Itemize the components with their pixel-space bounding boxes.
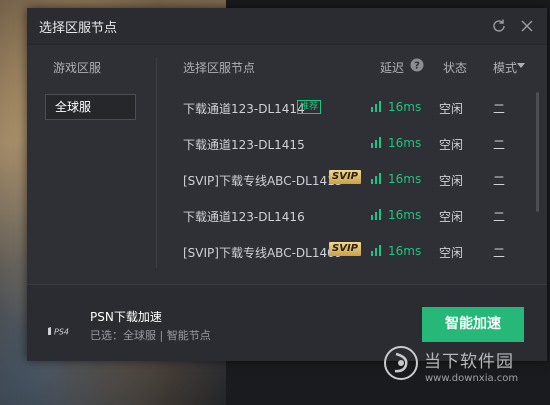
- close-icon[interactable]: [517, 16, 537, 36]
- node-mode: 二: [493, 246, 506, 260]
- node-select-dialog: 选择区服节点 游戏区服 全球服 选择区服节点 延迟 ? 状态 模式 下载通道12…: [27, 8, 547, 361]
- node-row[interactable]: [SVIP]下载专线ABC-DL1413 SVIP 16ms 空闲 二: [167, 162, 537, 198]
- game-region-label: 游戏区服: [53, 61, 102, 75]
- node-mode: 二: [493, 138, 506, 152]
- node-name: 下载通道123-DL1416: [183, 210, 305, 224]
- svg-text:?: ?: [414, 61, 420, 72]
- watermark-logo-icon: [384, 346, 418, 380]
- svg-text:PS4: PS4: [54, 328, 69, 337]
- watermark-text: 当下软件园: [424, 352, 514, 372]
- node-mode: 二: [493, 210, 506, 224]
- watermark-url: www.downxia.com: [425, 373, 519, 384]
- status-column-header: 状态: [443, 61, 468, 75]
- node-latency: 16ms: [388, 172, 422, 186]
- node-latency: 16ms: [388, 208, 422, 222]
- signal-bars-icon: [371, 245, 381, 256]
- panel-divider: [156, 58, 157, 268]
- refresh-icon[interactable]: [489, 16, 509, 36]
- node-latency: 16ms: [388, 136, 422, 150]
- node-row[interactable]: 下载通道123-DL1415 16ms 空闲 二: [167, 126, 537, 162]
- latency-column-header: 延迟: [380, 61, 405, 75]
- title-bar: 选择区服节点: [27, 8, 547, 45]
- signal-bars-icon: [371, 101, 381, 112]
- dialog-title: 选择区服节点: [39, 21, 118, 36]
- selection-summary: 已选：全球服 | 智能节点: [90, 329, 211, 342]
- node-name: [SVIP]下载专线ABC-DL1409: [183, 246, 343, 260]
- node-latency: 16ms: [388, 244, 422, 258]
- node-row[interactable]: [SVIP]下载专线ABC-DL1409 SVIP 16ms 空闲 二: [167, 234, 537, 270]
- node-name: 下载通道123-DL1414: [183, 102, 305, 116]
- smart-accelerate-button[interactable]: 智能加速: [422, 307, 524, 342]
- node-column-header: 选择区服节点: [183, 61, 256, 75]
- node-status: 空闲: [439, 138, 464, 152]
- svip-badge: SVIP: [329, 242, 361, 256]
- node-status: 空闲: [439, 210, 464, 224]
- caret-down-icon[interactable]: [517, 63, 525, 69]
- psn-title: PSN下载加速: [90, 310, 162, 324]
- node-name: 下载通道123-DL1415: [183, 138, 305, 152]
- node-status: 空闲: [439, 174, 464, 188]
- svip-badge: SVIP: [329, 170, 361, 184]
- node-mode: 二: [493, 174, 506, 188]
- ps4-logo-icon: PS4: [48, 327, 69, 337]
- node-row[interactable]: 下载通道123-DL1416 16ms 空闲 二: [167, 198, 537, 234]
- question-icon[interactable]: ?: [410, 58, 424, 72]
- signal-bars-icon: [371, 173, 381, 184]
- node-name: [SVIP]下载专线ABC-DL1413: [183, 174, 343, 188]
- signal-bars-icon: [371, 209, 381, 220]
- node-latency: 16ms: [388, 100, 422, 114]
- recommended-badge: 推荐: [297, 100, 322, 114]
- signal-bars-icon: [371, 137, 381, 148]
- node-list-scrollbar[interactable]: [536, 92, 539, 212]
- node-row[interactable]: 下载通道123-DL1414 推荐 16ms 空闲 二: [167, 90, 537, 126]
- mode-column-dropdown[interactable]: 模式: [493, 59, 517, 76]
- node-status: 空闲: [439, 102, 464, 116]
- node-status: 空闲: [439, 246, 464, 260]
- node-mode: 二: [493, 102, 506, 116]
- region-global-button[interactable]: 全球服: [45, 94, 136, 120]
